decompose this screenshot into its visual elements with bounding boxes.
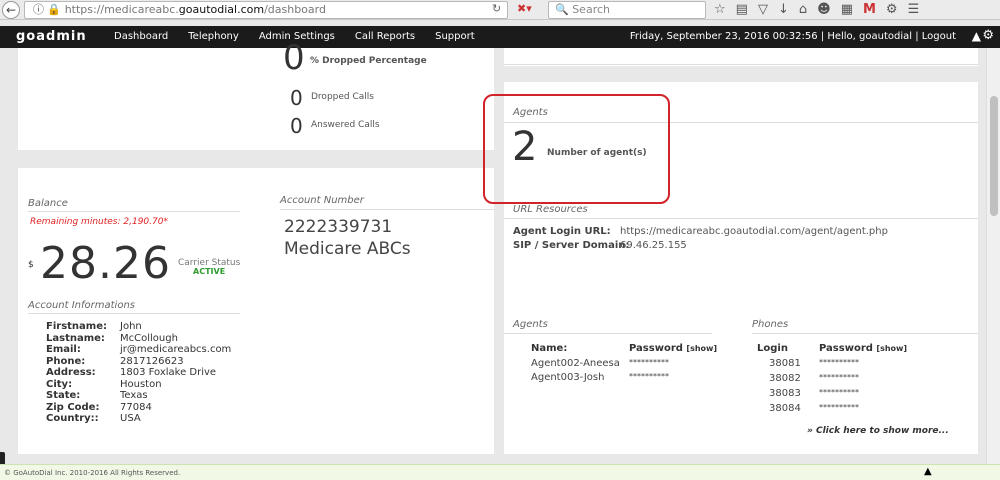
info-row-country: Country:: USA: [46, 413, 141, 424]
info-row-email: Email: jr@medicareabcs.com: [46, 344, 232, 355]
reader-icon[interactable]: ▤: [736, 1, 748, 19]
url-domain: goautodial.com: [178, 3, 265, 16]
dropped-calls-value: 0: [290, 86, 303, 110]
info-row-zip: Zip Code: 77084: [46, 401, 152, 413]
dropped-percentage-label: % Dropped Percentage: [310, 56, 427, 66]
show-more-link[interactable]: » Click here to show more...: [807, 426, 949, 436]
menu-icon[interactable]: ☰: [908, 1, 920, 19]
account-number: 2222339731: [284, 217, 393, 237]
grid-icon[interactable]: ▦: [841, 1, 853, 19]
nav-support[interactable]: Support: [435, 26, 475, 48]
page-footer: © GoAutoDial Inc. 2010-2016 All Rights R…: [0, 464, 1000, 480]
answered-calls-label: Answered Calls: [311, 120, 380, 130]
agent-login-url: Agent Login URL: https://medicareabc.goau…: [513, 226, 888, 237]
sip-server-domain: SIP / Server Domain:69.46.25.155: [513, 240, 687, 251]
info-row-address: Address: 1803 Foxlake Drive: [46, 367, 217, 378]
bookmark-star-icon[interactable]: ☆: [714, 1, 726, 19]
phones-table-divider: [752, 333, 978, 334]
scrollbar-thumb[interactable]: [990, 96, 998, 216]
extension-icon[interactable]: ✖▾: [517, 2, 532, 15]
url-resources-title: URL Resources: [513, 204, 588, 215]
phone-row-password: **********: [819, 388, 859, 397]
info-row-lastname: Lastname: McCollough: [46, 332, 178, 344]
agents-show-password-link[interactable]: [show]: [686, 344, 717, 353]
browser-search-input[interactable]: 🔍 Search: [548, 1, 706, 19]
nav-call-reports[interactable]: Call Reports: [355, 26, 415, 48]
phone-row-login[interactable]: 38082: [769, 373, 801, 384]
chat-icon[interactable]: ☻: [817, 1, 831, 19]
back-arrow-icon[interactable]: ←: [2, 1, 20, 19]
agent-row-password: **********: [629, 372, 669, 381]
url-prefix: https://medicareabc.: [64, 3, 179, 16]
phone-row-login[interactable]: 38081: [769, 358, 801, 369]
agent-row-name[interactable]: Agent002-Aneesa: [531, 358, 620, 369]
phone-row-password: **********: [819, 358, 859, 367]
agents-col-password: Password [show]: [629, 343, 718, 354]
balance-amount: 28.26: [40, 238, 171, 289]
phones-col-login: Login: [757, 343, 788, 354]
dropped-percentage-value: 0: [283, 38, 305, 78]
phone-row-password: **********: [819, 403, 859, 412]
goadmin-logo[interactable]: goadmin: [16, 29, 87, 44]
datetime-user-status[interactable]: Friday, September 23, 2016 00:32:56 | He…: [630, 26, 956, 48]
url-path: /dashboard: [264, 3, 326, 16]
plugin-icon[interactable]: ⚙: [886, 1, 898, 19]
call-stats-panel: 0 % Dropped Percentage 0 Dropped Calls 0…: [18, 38, 494, 150]
remaining-minutes: Remaining minutes: 2,190.70*: [30, 217, 168, 227]
account-number-divider: [280, 209, 494, 210]
phone-row-login[interactable]: 38083: [769, 388, 801, 399]
pocket-icon[interactable]: ▽: [758, 1, 768, 19]
search-placeholder: Search: [572, 3, 610, 16]
agents-col-name: Name:: [531, 343, 568, 354]
phones-table-title: Phones: [752, 319, 789, 330]
gmail-icon[interactable]: M: [863, 1, 876, 19]
account-info-title: Account Informations: [28, 300, 136, 311]
agent-row-password: **********: [629, 358, 669, 367]
scroll-top-icon[interactable]: ▲: [924, 466, 932, 477]
home-icon[interactable]: ⌂: [799, 1, 807, 19]
balance-divider: [28, 211, 240, 212]
agents-highlight-box: [483, 94, 670, 204]
nav-telephony[interactable]: Telephony: [188, 26, 239, 48]
divider: [504, 64, 978, 65]
url-resources-divider: [504, 218, 978, 219]
agent-login-url-link[interactable]: https://medicareabc.goautodial.com/agent…: [620, 226, 888, 237]
gear-icon[interactable]: ⚙: [982, 28, 994, 43]
page-scrollbar[interactable]: [986, 48, 1000, 464]
info-row-phone: Phone: 2817126623: [46, 355, 184, 367]
lock-icon: 🔒: [47, 3, 61, 16]
info-row-firstname: Firstname: John: [46, 321, 142, 332]
copyright-text: © GoAutoDial Inc. 2010-2016 All Rights R…: [4, 469, 181, 477]
balance-account-panel: Balance Remaining minutes: 2,190.70* $ 2…: [18, 168, 494, 454]
top-right-panel: [504, 48, 978, 66]
account-info-divider: [28, 313, 240, 314]
phones-show-password-link[interactable]: [show]: [876, 344, 907, 353]
account-name: Medicare ABCs: [284, 239, 411, 259]
warning-icon[interactable]: ▲: [972, 29, 981, 43]
currency-symbol: $: [28, 260, 34, 270]
toolbar-icons: ☆ ▤ ▽ ↓ ⌂ ☻ ▦ M ⚙ ☰: [714, 1, 919, 19]
account-number-title: Account Number: [280, 195, 364, 206]
info-row-state: State: Texas: [46, 390, 148, 401]
app-navbar: goadmin Dashboard Telephony Admin Settin…: [0, 26, 1000, 48]
carrier-status-value: ACTIVE: [193, 267, 226, 276]
reload-icon[interactable]: ↻: [492, 2, 501, 15]
account-info-list: Firstname: John Lastname: McCollough Email…: [46, 321, 231, 425]
browser-toolbar: ← ⓘ 🔒 https://medicareabc.goautodial.com/d…: [0, 0, 1000, 20]
download-icon[interactable]: ↓: [778, 1, 789, 19]
agents-table-title: Agents: [513, 319, 548, 330]
phones-col-password: Password [show]: [819, 343, 908, 354]
dropped-calls-label: Dropped Calls: [311, 92, 374, 102]
agents-table-divider: [504, 333, 712, 334]
nav-dashboard[interactable]: Dashboard: [114, 26, 168, 48]
balance-title: Balance: [28, 198, 68, 209]
agent-row-name[interactable]: Agent003-Josh: [531, 372, 604, 383]
address-bar[interactable]: ⓘ 🔒 https://medicareabc.goautodial.com/das…: [24, 1, 508, 19]
phone-row-login[interactable]: 38084: [769, 403, 801, 414]
phone-row-password: **********: [819, 373, 859, 382]
info-row-city: City: Houston: [46, 378, 162, 390]
answered-calls-value: 0: [290, 114, 303, 138]
info-icon: ⓘ: [33, 3, 44, 16]
